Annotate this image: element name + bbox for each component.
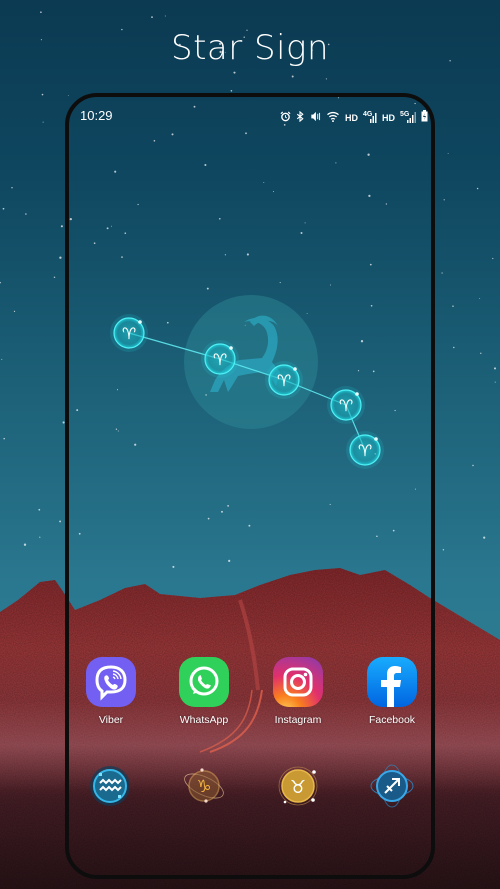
- viber-icon: [86, 657, 136, 707]
- constellation-node: ♈: [346, 431, 384, 469]
- aries-icon: ♈: [339, 396, 353, 415]
- app-label: Instagram: [274, 714, 322, 726]
- app-instagram[interactable]: Instagram: [258, 657, 338, 726]
- dock-taurus[interactable]: ♉: [276, 764, 320, 808]
- aries-icon: ♈: [277, 371, 291, 390]
- taurus-icon: ♉: [290, 777, 306, 798]
- constellation-node: ♈: [327, 386, 365, 424]
- aries-icon: ♈: [122, 324, 136, 343]
- constellation-node: ♈: [265, 361, 303, 399]
- dock-sagittarius[interactable]: [370, 764, 414, 808]
- app-label: Facebook: [368, 714, 416, 726]
- dock-aquarius[interactable]: [88, 764, 132, 808]
- whatsapp-icon: [179, 657, 229, 707]
- aries-icon: ♈: [213, 350, 227, 369]
- capricorn-icon: ♑: [196, 777, 211, 797]
- app-label: Viber: [98, 714, 124, 726]
- app-viber[interactable]: Viber: [71, 657, 151, 726]
- constellation-widget: ♈ ♈ ♈ ♈ ♈: [110, 295, 384, 469]
- instagram-icon: [273, 657, 323, 707]
- facebook-icon: [367, 657, 417, 707]
- app-facebook[interactable]: Facebook: [352, 657, 432, 726]
- constellation-node: ♈: [110, 314, 148, 352]
- dock-capricorn[interactable]: ♑: [182, 764, 226, 808]
- constellation-node: ♈: [201, 340, 239, 378]
- app-whatsapp[interactable]: WhatsApp: [164, 657, 244, 726]
- app-label: WhatsApp: [179, 714, 229, 726]
- aries-icon: ♈: [358, 441, 372, 460]
